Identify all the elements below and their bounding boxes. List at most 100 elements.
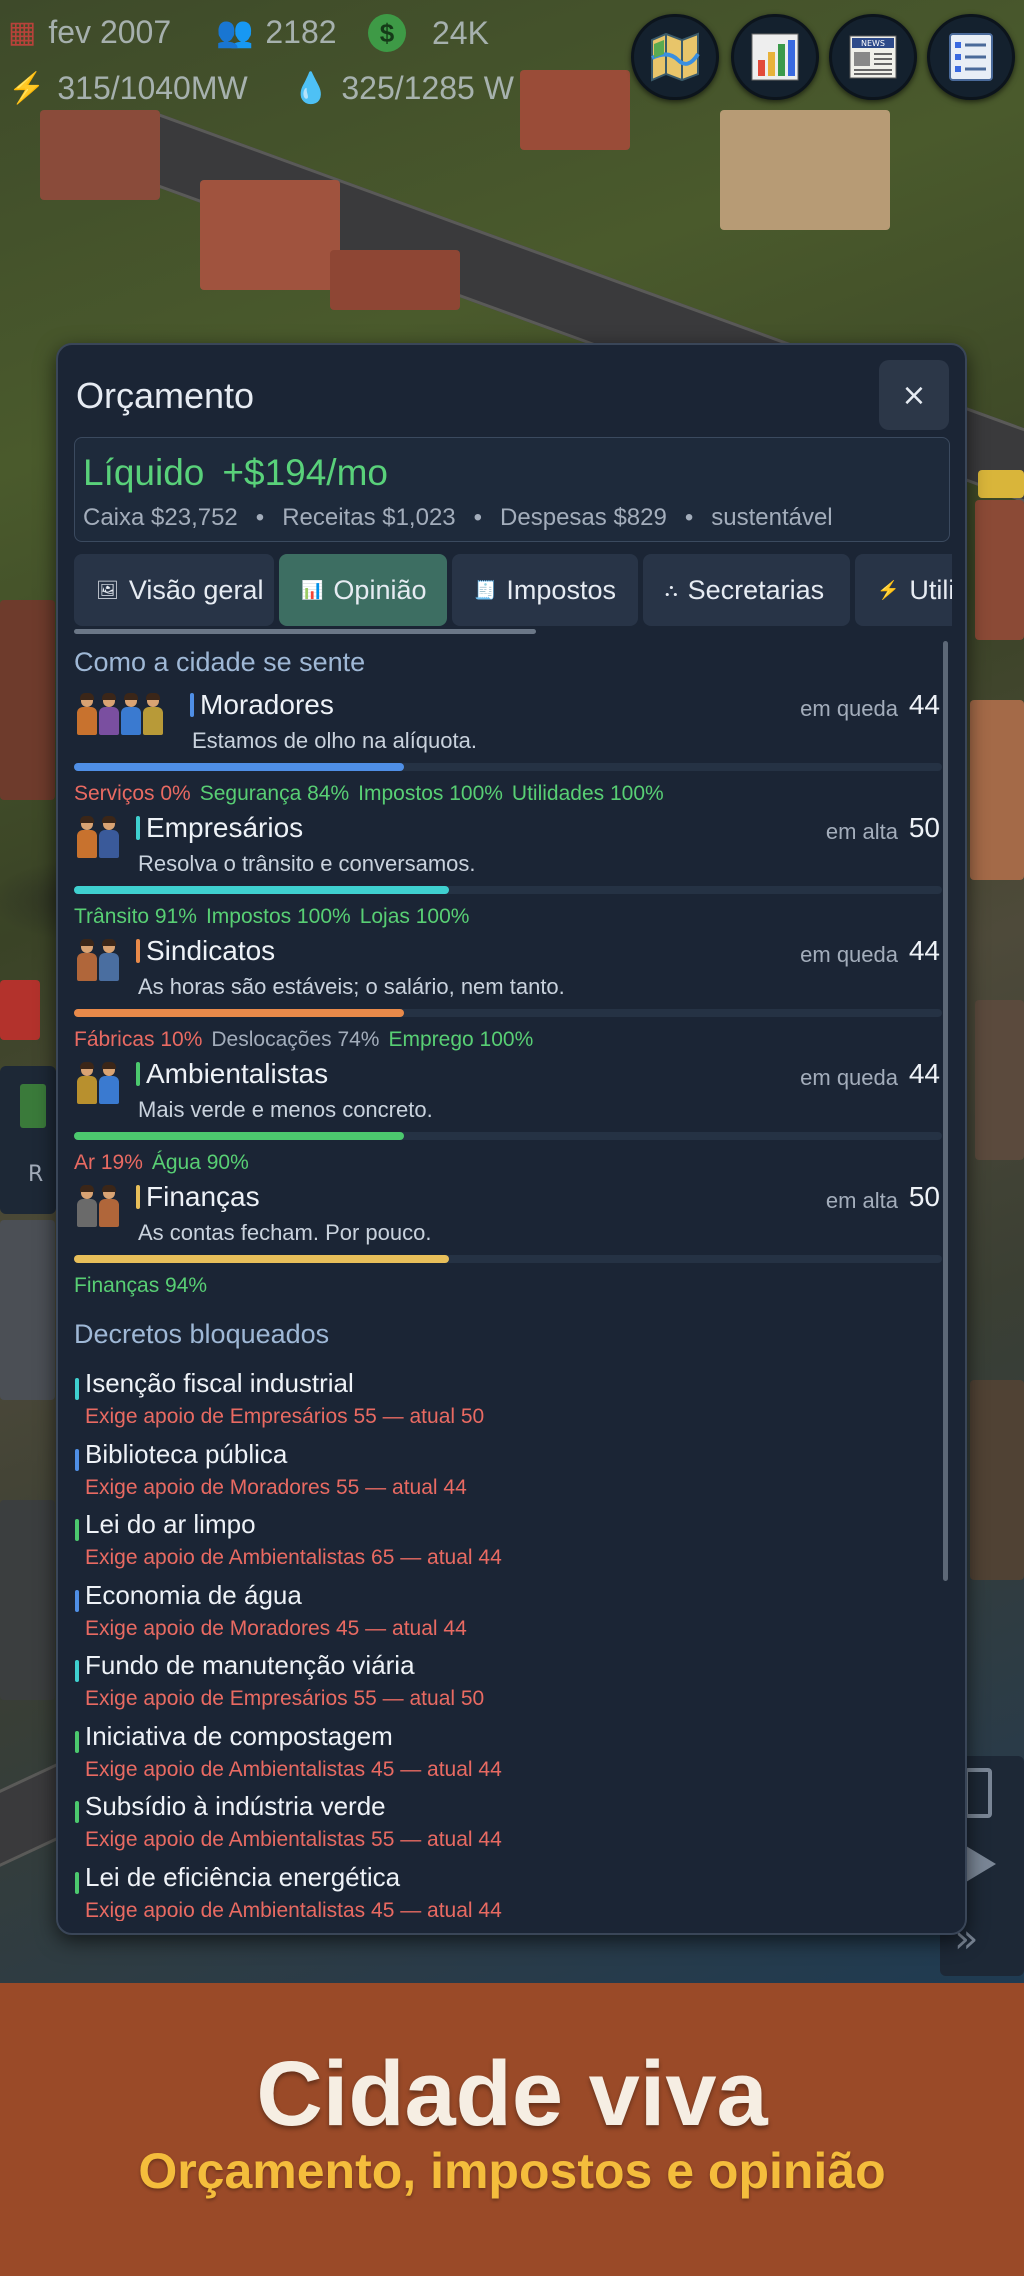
decree-color-marker (75, 1730, 79, 1753)
power-value: 315/1040MW (57, 70, 248, 106)
group-name: Ambientalistas (136, 1058, 328, 1090)
play-icon[interactable] (966, 1846, 996, 1882)
blocked-decree[interactable]: Lei do ar limpo Exige apoio de Ambientali… (74, 1509, 934, 1579)
decree-name: Economia de água (85, 1579, 302, 1610)
close-button[interactable]: × (879, 360, 949, 430)
hud-money: $ 24K (368, 14, 489, 52)
blocked-decree[interactable]: Fundo de manutenção viária Exige apoio de… (74, 1650, 934, 1720)
list-icon (949, 33, 993, 81)
banner-subtitle: Orçamento, impostos e opinião (138, 2143, 886, 2199)
group-approval-fill (74, 1132, 405, 1140)
net-income: Líquido +$194/mo (83, 452, 388, 494)
blocked-decree[interactable]: Subsídio à indústria verde Exige apoio de… (74, 1791, 934, 1861)
group-quote: Resolva o trânsito e conversamos. (138, 851, 476, 876)
side-fragment-label: R (28, 1162, 44, 1187)
house (0, 1500, 55, 1700)
factor-value: Impostos 100% (358, 782, 503, 805)
factor-value: Deslocações 74% (211, 1028, 380, 1051)
decree-requirement: Exige apoio de Ambientalistas 55 — atual… (85, 1828, 502, 1851)
stakeholder-group: Empresários em alta 50 Resolva o trânsito e… (74, 806, 942, 929)
tab-label: Opinião (333, 574, 427, 605)
group-approval-fill (74, 886, 450, 894)
tab-bar[interactable]: 🖼 Visão geral 📊 Opinião 🧾 Impostos ⛬ Sec… (74, 554, 952, 626)
house (330, 250, 460, 310)
tab-taxes[interactable]: 🧾 Impostos (452, 554, 638, 626)
departments-icon: ⛬ (665, 579, 678, 600)
decree-name: Fundo de manutenção viária (85, 1650, 415, 1680)
tab-overview[interactable]: 🖼 Visão geral (74, 554, 274, 626)
group-name: Finanças (136, 1181, 260, 1213)
stats-button[interactable] (731, 14, 819, 100)
house (720, 110, 890, 230)
calendar-icon: ▦ (8, 15, 37, 49)
decree-requirement: Exige apoio de Ambientalistas 45 — atual… (85, 1898, 502, 1922)
tab-label: Impostos (506, 574, 616, 605)
stakeholder-group: Finanças em alta 50 As contas fecham. Por p… (74, 1175, 942, 1298)
expenses-value: Despesas $829 (500, 504, 667, 531)
tab-opinion[interactable]: 📊 Opinião (279, 554, 447, 626)
blocked-decree[interactable]: Lei de eficiência energética Exige apoio … (74, 1861, 934, 1922)
news-button[interactable]: NEWS (829, 14, 917, 100)
decree-requirement: Exige apoio de Ambientalistas 45 — atual… (85, 1757, 502, 1781)
tab-utilities[interactable]: ⚡ Utili (855, 554, 952, 626)
group-avatar-icon (76, 1062, 120, 1108)
group-name-text: Empresários (146, 812, 304, 843)
map-button[interactable] (631, 14, 719, 100)
decree-requirement: Exige apoio de Ambientalistas 65 — atual… (85, 1546, 502, 1569)
group-factors: Serviços 0% Segurança 84% Impostos 100% Uti… (74, 782, 664, 806)
person-figure (98, 939, 120, 981)
group-avatar-icon (76, 1185, 120, 1231)
chart-icon: 📊 (301, 579, 324, 600)
group-color-marker (136, 1062, 140, 1086)
decree-color-marker (75, 1589, 79, 1612)
group-trend: em queda (800, 1065, 898, 1090)
blocked-decree[interactable]: Biblioteca pública Exige apoio de Morador… (74, 1439, 934, 1509)
group-color-marker (136, 816, 140, 840)
side-panel-fragment[interactable]: R (0, 1066, 56, 1214)
blocked-decree[interactable]: Iniciativa de compostagem Exige apoio de … (74, 1721, 934, 1791)
content-scrollbar[interactable] (943, 641, 948, 1581)
group-name-text: Sindicatos (146, 935, 276, 966)
group-trend: em queda (800, 696, 898, 721)
date-value: fev 2007 (48, 14, 172, 50)
group-score: 44 (908, 689, 940, 720)
factor-value: Segurança 84% (199, 782, 350, 805)
group-name: Sindicatos (136, 935, 275, 967)
group-factors: Fábricas 10% Deslocações 74% Emprego 100% (74, 1028, 533, 1052)
house (975, 500, 1024, 640)
decree-name: Lei de eficiência energética (85, 1861, 401, 1892)
panel-title: Orçamento (76, 375, 255, 416)
newspaper-icon: NEWS (849, 35, 897, 79)
group-name: Moradores (190, 689, 334, 721)
factor-value: Finanças 94% (74, 1274, 208, 1297)
stakeholder-group: Ambientalistas em queda 44 Mais verde e men… (74, 1052, 942, 1175)
net-value: +$194/mo (222, 452, 388, 493)
people-icon: 👥 (216, 15, 254, 49)
tab-departments[interactable]: ⛬ Secretarias (643, 554, 850, 626)
blocked-decree[interactable]: Economia de água Exige apoio de Moradores… (74, 1580, 934, 1650)
utilities-icon: ⚡ (877, 579, 900, 600)
factor-value: Trânsito 91% (74, 905, 197, 928)
decree-requirement: Exige apoio de Empresários 55 — atual 50 (85, 1687, 485, 1710)
blocked-decree[interactable]: Isenção fiscal industrial Exige apoio de … (74, 1368, 934, 1438)
menu-button[interactable] (927, 14, 1015, 100)
person-figure (76, 1185, 98, 1227)
hud-water: 💧 325/1285 W (292, 70, 514, 107)
budget-substats: Caixa $23,752 • Receitas $1,023 • Despes… (83, 504, 833, 532)
house (200, 180, 340, 290)
decree-color-marker (75, 1519, 79, 1541)
factor-value: Serviços 0% (74, 782, 191, 805)
stakeholder-group: Moradores em queda 44 Estamos de olho na al… (74, 683, 942, 806)
person-figure (98, 1062, 120, 1104)
decree-name: Iniciativa de compostagem (85, 1720, 393, 1751)
group-score: 44 (908, 1058, 940, 1089)
banner-title: Cidade viva (256, 2043, 768, 2145)
factor-value: Fábricas 10% (74, 1028, 203, 1051)
group-approval-bar (74, 1132, 942, 1140)
pause-icon[interactable] (964, 1768, 992, 1818)
group-name-text: Ambientalistas (146, 1058, 329, 1089)
opinion-content[interactable]: Como a cidade se sente Moradores em queda… (74, 641, 942, 1921)
person-figure (142, 693, 164, 735)
map-icon (651, 32, 700, 82)
tab-scrollbar[interactable] (74, 629, 536, 634)
